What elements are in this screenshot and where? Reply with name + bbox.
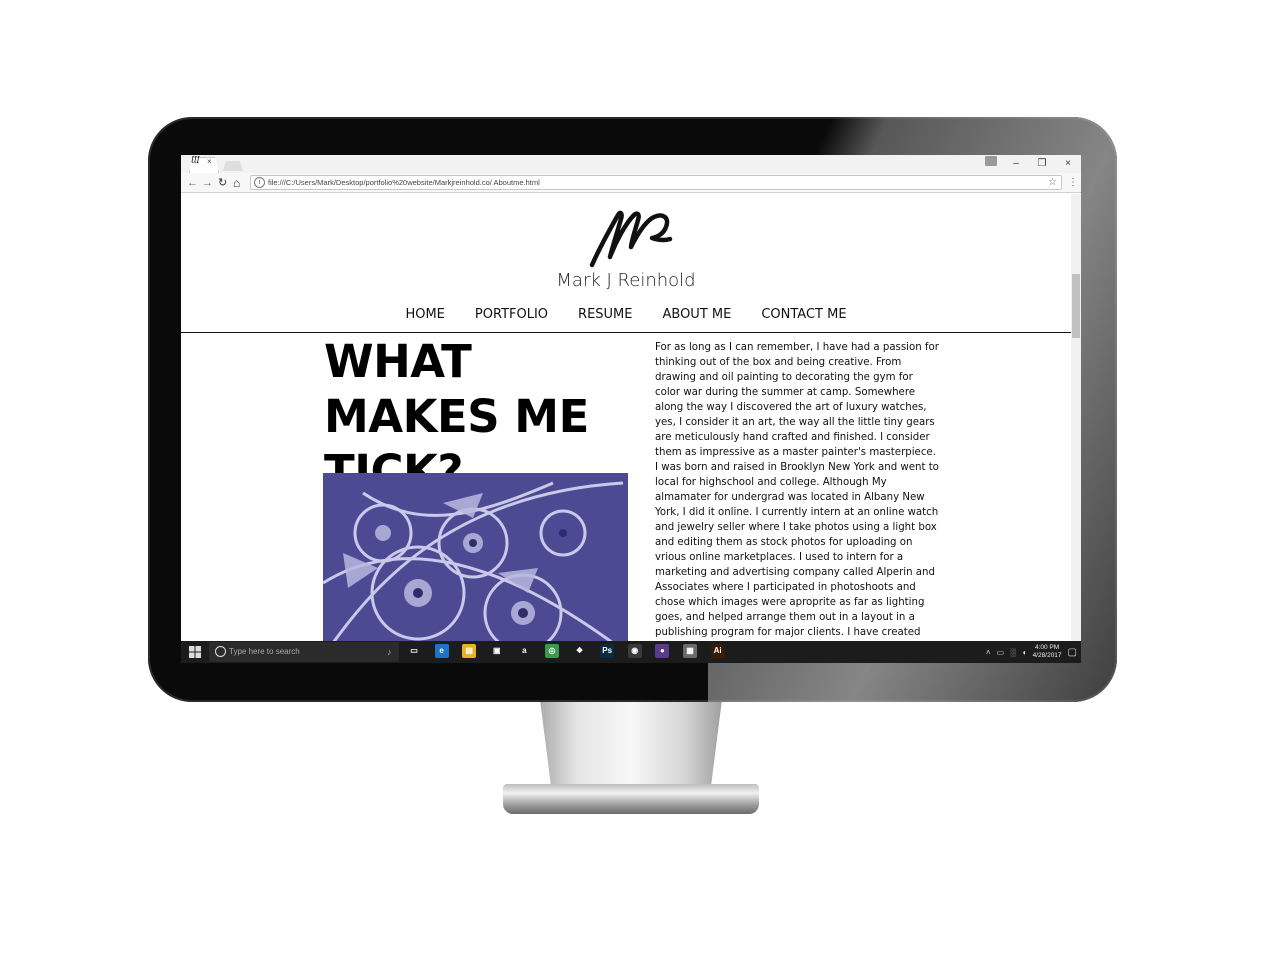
address-bar[interactable]: i file:///C:/Users/Mark/Desktop/portfoli… (250, 175, 1062, 190)
back-button[interactable]: ← (187, 175, 198, 191)
reload-button[interactable]: ↻ (218, 175, 227, 191)
browser-menu-icon[interactable]: ⋮ (1068, 175, 1078, 191)
watch-gears-image (323, 473, 628, 641)
photoshop-icon[interactable]: Ps (600, 644, 615, 658)
task-view-icon[interactable]: ▭ (407, 644, 421, 658)
site-name[interactable]: Mark J Reinhold (181, 270, 1071, 291)
screen: Ɯ × – ❐ × ← → ↻ ⌂ i file:///C:/Users/Mar… (181, 155, 1081, 663)
forward-button[interactable]: → (202, 175, 213, 191)
scroll-thumb[interactable] (1072, 274, 1080, 338)
clock-time: 4:00 PM (1034, 644, 1060, 651)
taskbar-clock[interactable]: 4:00 PM 4/28/2017 (1033, 644, 1062, 660)
chrome-icon[interactable]: ◉ (627, 644, 642, 658)
nav-portfolio[interactable]: PORTFOLIO (460, 307, 563, 323)
windows-taskbar: Type here to search ♪ ▭ e ▤ ▣ a ◎ ❖ Ps ◉ ● ▦ Ai ˄ ▭… (181, 641, 1081, 663)
window-controls: – ❐ × (1003, 155, 1081, 173)
about-body-text: For as long as I can remember, I have ha… (655, 342, 939, 638)
tab-favicon-icon: Ɯ (191, 156, 200, 166)
site-nav: HOME PORTFOLIO RESUME ABOUT ME CONTACT M… (181, 307, 1071, 323)
browser-toolbar: ← → ↻ ⌂ i file:///C:/Users/Mark/Desktop/… (181, 173, 1081, 193)
minimize-button[interactable]: – (1003, 155, 1029, 173)
profile-icon[interactable] (985, 156, 997, 166)
new-tab-button[interactable] (223, 161, 243, 171)
microphone-icon[interactable]: ♪ (387, 645, 392, 659)
close-window-button[interactable]: × (1055, 155, 1081, 173)
home-button[interactable]: ⌂ (233, 175, 240, 191)
cortana-icon (215, 646, 226, 657)
clock-date: 4/28/2017 (1032, 652, 1062, 659)
info-icon[interactable]: i (254, 177, 265, 188)
edge-icon[interactable]: e (434, 644, 449, 658)
windows-start-icon[interactable] (189, 646, 201, 658)
battery-icon[interactable]: ▭ (997, 648, 1005, 657)
volume-icon[interactable]: ◖ (1022, 648, 1027, 657)
tab-close-icon[interactable]: × (207, 157, 212, 166)
notification-icon[interactable]: ▢ (1068, 647, 1077, 658)
dropbox-icon[interactable]: ❖ (572, 644, 587, 658)
nav-home[interactable]: HOME (390, 307, 459, 323)
network-icon[interactable]: ░ (1010, 648, 1016, 657)
maximize-button[interactable]: ❐ (1029, 155, 1055, 173)
web-page: Mark J Reinhold HOME PORTFOLIO RESUME AB… (181, 194, 1081, 641)
tor-icon[interactable]: ● (655, 644, 670, 658)
illustrator-icon[interactable]: Ai (710, 644, 725, 658)
nav-contact-me[interactable]: CONTACT ME (746, 307, 861, 323)
control-panel-icon[interactable]: ▦ (683, 644, 697, 658)
nav-divider (181, 332, 1071, 333)
search-placeholder: Type here to search (229, 647, 300, 656)
monitor-stand-neck (539, 698, 723, 788)
store-icon[interactable]: ▣ (489, 644, 504, 658)
file-explorer-icon[interactable]: ▤ (462, 644, 477, 658)
system-tray: ˄ ▭ ░ ◖ 4:00 PM 4/28/2017 ▢ (986, 641, 1077, 663)
bookmark-star-icon[interactable]: ☆ (1048, 176, 1057, 189)
url-text[interactable]: file:///C:/Users/Mark/Desktop/portfolio%… (268, 177, 540, 189)
logo-icon[interactable] (586, 207, 676, 269)
tripadvisor-icon[interactable]: ◎ (545, 644, 559, 658)
nav-about-me[interactable]: ABOUT ME (647, 307, 746, 323)
tray-chevron-icon[interactable]: ˄ (986, 648, 991, 657)
monitor-stand-base (503, 784, 759, 814)
nav-resume[interactable]: RESUME (563, 307, 647, 323)
taskbar-search-box[interactable]: Type here to search ♪ (209, 642, 399, 662)
page-scrollbar[interactable] (1071, 194, 1081, 641)
browser-tab-strip: Ɯ × – ❐ × (181, 155, 1081, 173)
amazon-icon[interactable]: a (517, 644, 532, 658)
